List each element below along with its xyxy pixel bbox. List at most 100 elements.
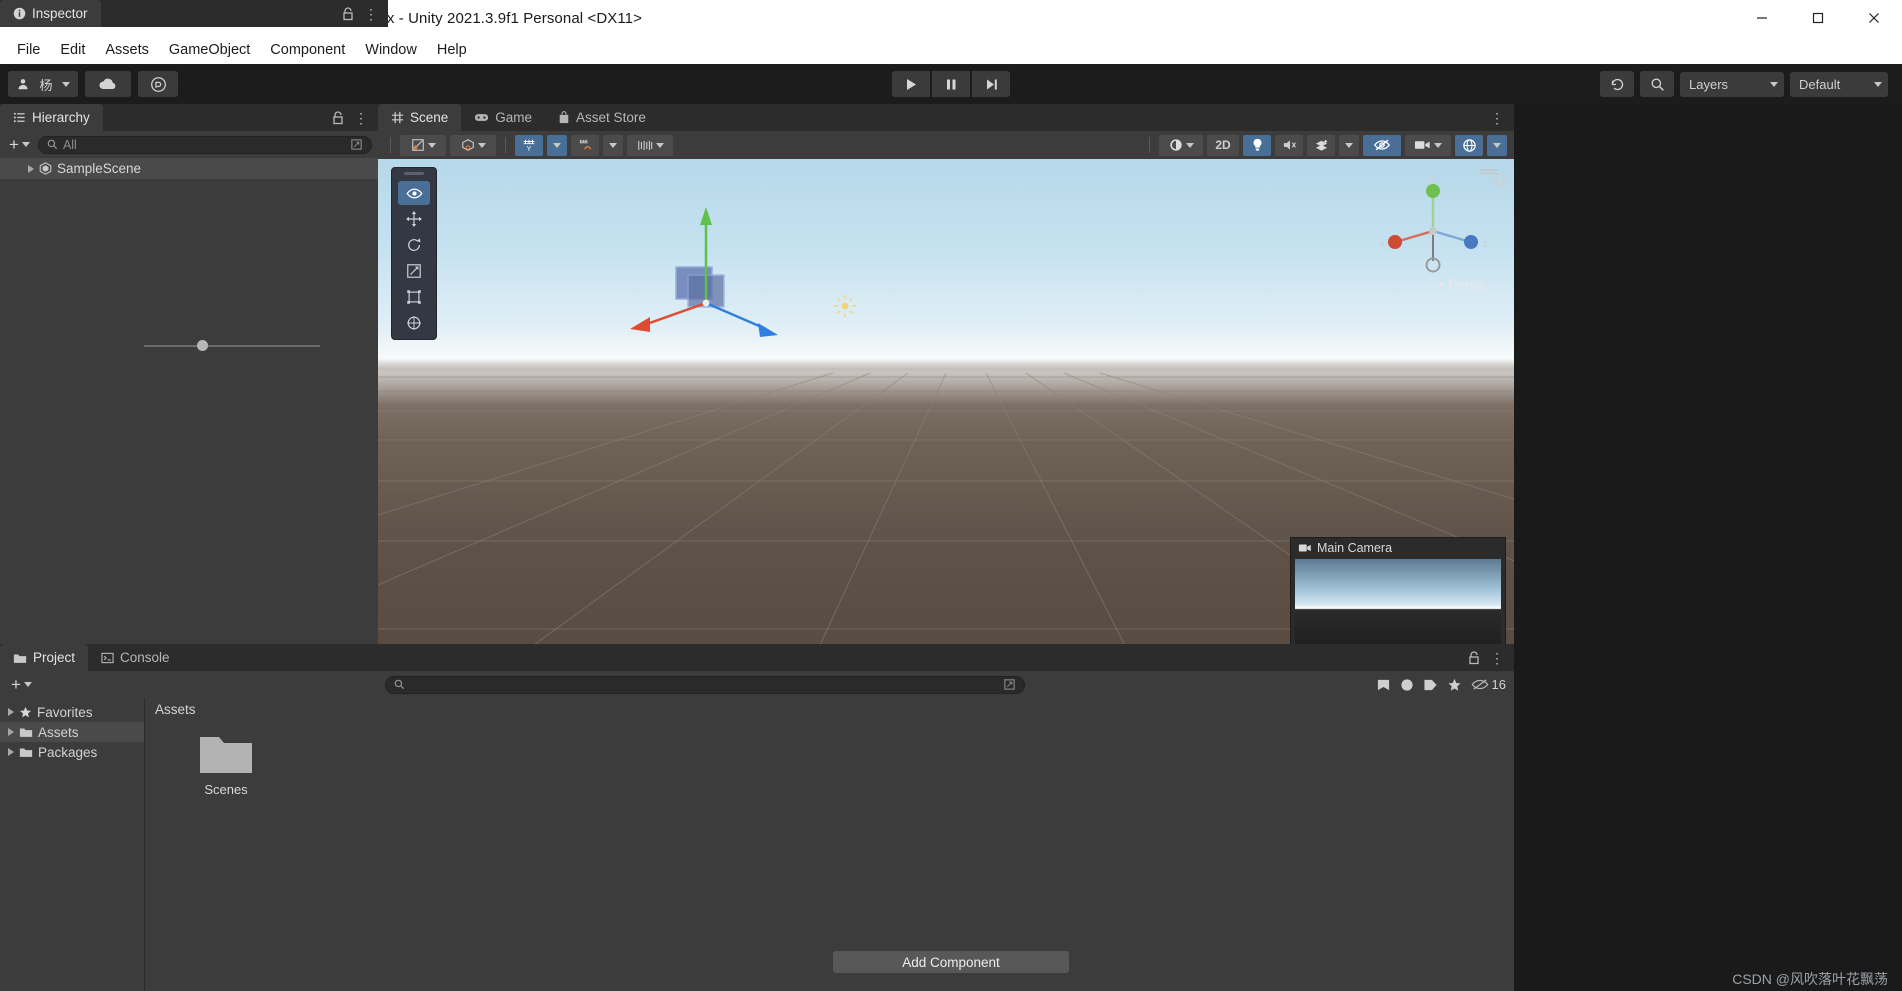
cloud-button[interactable] (85, 71, 131, 97)
visibility-icon[interactable] (1471, 678, 1489, 691)
gizmo-shading-dropdown[interactable] (1159, 134, 1203, 156)
add-component-button[interactable]: Add Component (833, 951, 1069, 973)
tab-scene[interactable]: Scene (378, 104, 462, 131)
asset-item-scenes[interactable]: Scenes (187, 730, 265, 797)
fx-layers-icon (1315, 139, 1328, 151)
hierarchy-row-samplescene[interactable]: SampleScene (0, 158, 378, 179)
draw-mode-dropdown[interactable] (400, 134, 446, 156)
tab-asset-store-label: Asset Store (576, 110, 646, 125)
overlay-drag-handle[interactable] (404, 172, 424, 175)
tab-hierarchy[interactable]: Hierarchy (0, 104, 103, 131)
scene-view-options-icon[interactable] (1478, 163, 1500, 181)
label-filter-icon[interactable] (1423, 678, 1438, 692)
menu-gameobject[interactable]: GameObject (160, 39, 259, 61)
console-icon (101, 652, 114, 663)
breadcrumb[interactable]: Assets (145, 698, 1514, 720)
hierarchy-toolbar: + All (0, 131, 378, 158)
search-field-expand-icon[interactable] (1003, 678, 1016, 691)
snap-increment-dropdown[interactable] (603, 134, 623, 156)
scene-view-panel: Scene Game Asset Store ⋮ Y 2D y x z ◄ Pe… (378, 104, 1514, 671)
watermark: CSDN @风吹落叶花飘荡 (1732, 971, 1888, 987)
save-search-icon[interactable] (1376, 678, 1391, 692)
tab-inspector[interactable]: Inspector (0, 0, 101, 27)
toggle-lighting[interactable] (1243, 134, 1271, 156)
fx-dropdown[interactable] (1339, 134, 1359, 156)
create-asset-button[interactable]: + (8, 675, 35, 695)
snap-increment-toggle[interactable] (571, 134, 599, 156)
expand-triangle-icon[interactable] (28, 164, 34, 173)
pause-button[interactable] (932, 71, 970, 97)
expand-triangle-icon[interactable] (8, 708, 14, 716)
play-button[interactable] (892, 71, 930, 97)
camera-overlay-dropdown[interactable] (1405, 134, 1451, 156)
rect-tool-button[interactable] (398, 285, 430, 309)
tab-console[interactable]: Console (88, 644, 183, 671)
kebab-icon[interactable]: ⋮ (1490, 651, 1505, 665)
lock-icon[interactable] (342, 6, 354, 21)
menu-edit[interactable]: Edit (51, 39, 94, 61)
grid-axis-toggle[interactable]: Y (515, 134, 543, 156)
scene-viewport[interactable]: y x z ◄ Persp Main Camera (378, 159, 1514, 671)
project-tree-label: Assets (38, 724, 79, 740)
tab-project-label: Project (33, 650, 76, 665)
toggle-audio[interactable] (1275, 134, 1303, 156)
project-tree-packages[interactable]: Packages (0, 742, 144, 762)
camera-preview-header: Main Camera (1291, 538, 1505, 557)
scene-axis-gizmo[interactable]: y x z (1374, 169, 1492, 289)
grid-axis-dropdown[interactable] (547, 134, 567, 156)
undo-history-button[interactable] (1600, 71, 1634, 97)
cube-wire-icon (461, 139, 474, 151)
tab-project[interactable]: Project (0, 644, 89, 671)
camera-object-gizmo[interactable] (618, 189, 818, 389)
expand-triangle-icon[interactable] (8, 748, 14, 756)
hierarchy-search-input[interactable]: All (37, 135, 372, 154)
fx-toggle[interactable] (1307, 134, 1335, 156)
layers-dropdown[interactable]: Layers (1680, 71, 1784, 97)
maximize-icon[interactable] (1790, 0, 1846, 36)
add-gameobject-button[interactable]: + (6, 135, 33, 155)
transform-tool-button[interactable] (398, 311, 430, 335)
toggle-2d[interactable]: 2D (1207, 134, 1239, 156)
gizmos-toggle[interactable] (1455, 134, 1483, 156)
directional-light-gizmo[interactable] (830, 291, 860, 321)
menu-component[interactable]: Component (261, 39, 354, 61)
kebab-icon[interactable]: ⋮ (1490, 111, 1505, 125)
field-of-view-knob[interactable] (196, 339, 208, 351)
gizmo-view-dropdown[interactable] (450, 134, 496, 156)
search-field-expand-icon[interactable] (350, 138, 363, 151)
menu-help[interactable]: Help (428, 39, 476, 61)
field-of-view-slider[interactable] (144, 339, 320, 351)
lock-icon[interactable] (332, 110, 344, 125)
projection-mode-label[interactable]: ◄ Persp (1435, 277, 1484, 292)
layout-dropdown[interactable]: Default (1790, 71, 1888, 97)
kebab-icon[interactable]: ⋮ (354, 111, 369, 125)
search-button[interactable] (1640, 71, 1674, 97)
grid-size-dropdown[interactable] (627, 134, 673, 156)
scale-tool-button[interactable] (398, 259, 430, 283)
rotate-tool-button[interactable] (398, 233, 430, 257)
menu-file[interactable]: File (8, 39, 49, 61)
menu-assets[interactable]: Assets (96, 39, 158, 61)
project-tree-favorites[interactable]: Favorites (0, 702, 144, 722)
view-tool-button[interactable] (398, 181, 430, 205)
account-button[interactable]: 杨 (8, 71, 78, 97)
menu-window[interactable]: Window (356, 39, 426, 61)
kebab-icon[interactable]: ⋮ (364, 7, 379, 21)
project-tree-assets[interactable]: Assets (0, 722, 144, 742)
project-search-input[interactable] (385, 675, 1026, 694)
scene-visibility-toggle[interactable] (1363, 134, 1401, 156)
collab-button[interactable] (138, 71, 178, 97)
type-filter-icon[interactable] (1400, 678, 1414, 692)
tab-game[interactable]: Game (461, 104, 545, 131)
minimize-icon[interactable] (1734, 0, 1790, 36)
move-tool-button[interactable] (398, 207, 430, 231)
tab-asset-store[interactable]: Asset Store (545, 104, 659, 131)
gizmos-dropdown[interactable] (1487, 134, 1507, 156)
axis-x-label: x (1380, 239, 1385, 250)
step-button[interactable] (972, 71, 1010, 97)
close-icon[interactable] (1846, 0, 1902, 36)
expand-triangle-icon[interactable] (8, 728, 14, 736)
project-content: Assets Scenes (145, 698, 1514, 991)
lock-icon[interactable] (1468, 650, 1480, 665)
favorites-icon[interactable] (1447, 678, 1462, 692)
